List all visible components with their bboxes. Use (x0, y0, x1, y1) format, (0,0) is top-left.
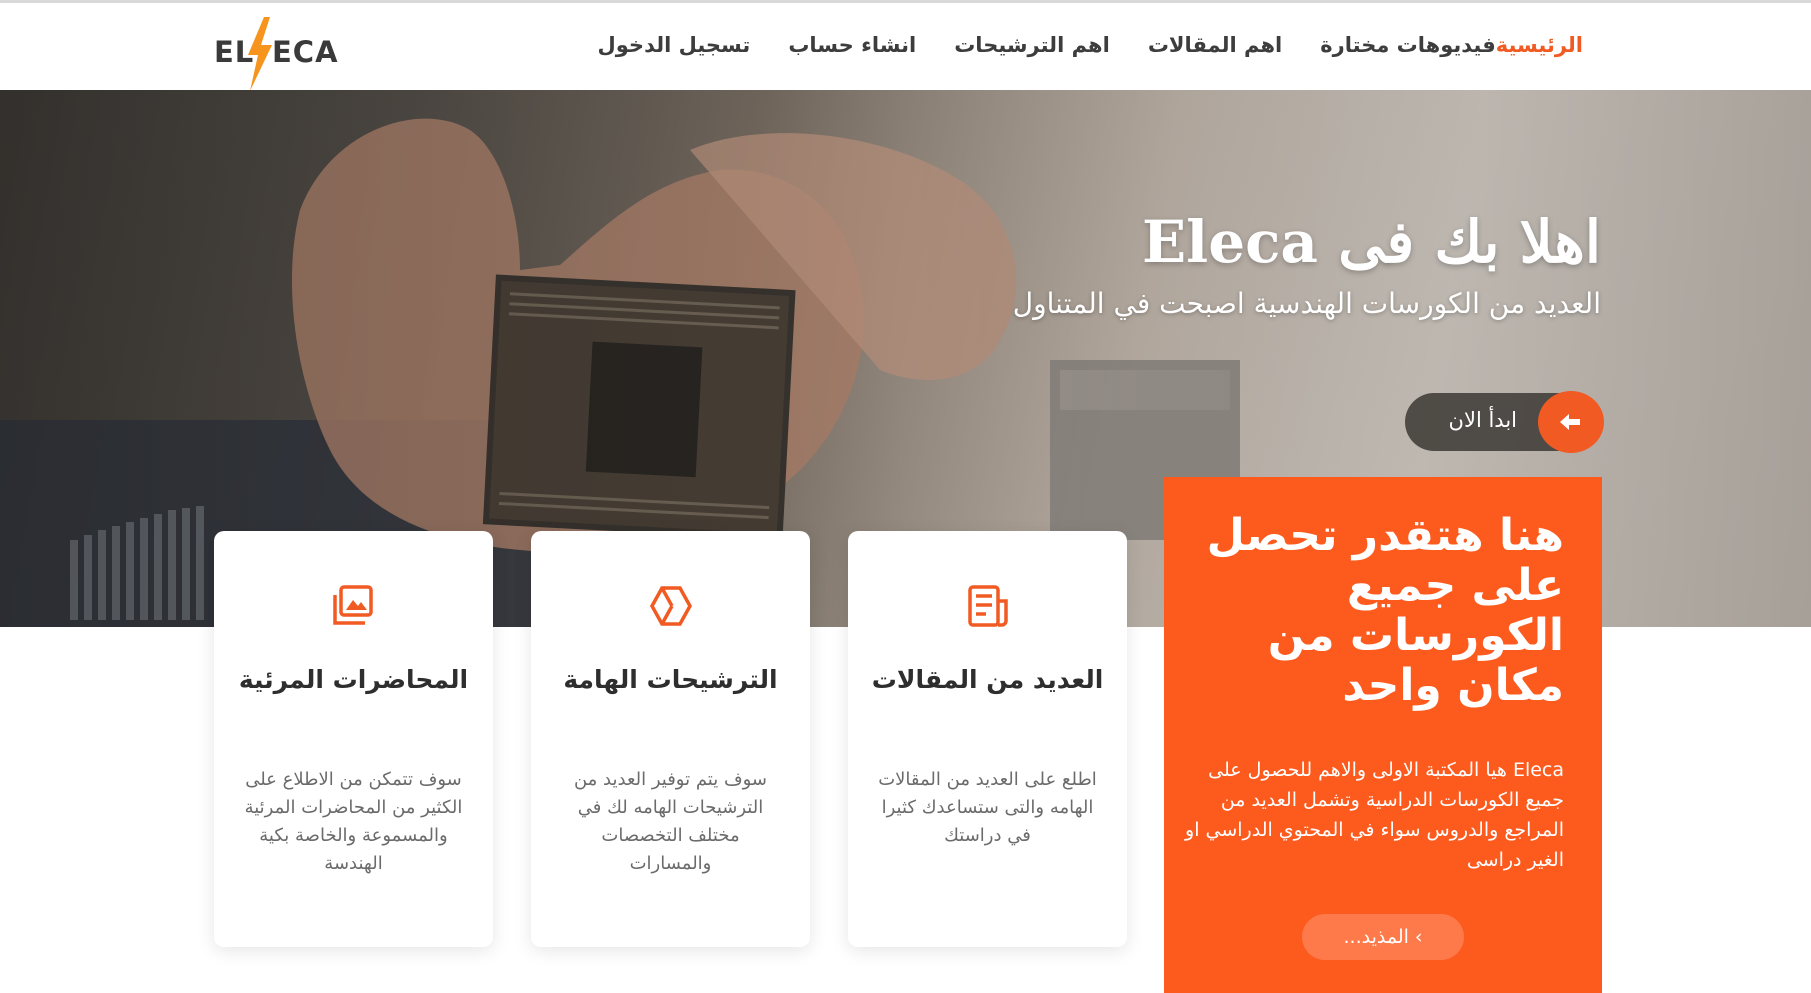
feature-card-recommendations[interactable]: الترشيحات الهامة سوف يتم توفير العديد من… (531, 531, 810, 947)
card-text: سوف تتمكن من الاطلاع على الكثير من المحا… (244, 769, 463, 874)
nav-item-featured-videos[interactable]: فيديوهات مختارة (1320, 33, 1495, 57)
highlight-title: هنا هتقدر تحصل على جميع الكورسات من مكان… (1206, 510, 1564, 711)
nav-item-top-recommendations[interactable]: اهم الترشيحات (954, 33, 1110, 57)
more-button[interactable]: › المذيد... (1302, 914, 1464, 960)
main-nav: الرئيسية فيديوهات مختارة اهم المقالات اه… (560, 25, 1583, 65)
card-title: المحاضرات المرئية (238, 665, 469, 694)
card-text: اطلع على العديد من المقالات الهامه والتى… (878, 769, 1097, 846)
arrow-left-icon (1538, 391, 1604, 453)
site-header: EL ECA الرئيسية فيديوهات مختارة اهم المق… (0, 3, 1811, 91)
hero-subtitle: العديد من الكورسات الهندسية اصبحت في الم… (1012, 287, 1601, 320)
nav-item-login[interactable]: تسجيل الدخول (598, 33, 751, 57)
start-now-button[interactable]: ابدأ الان (1405, 391, 1604, 453)
brand-logo[interactable]: EL ECA (214, 17, 338, 91)
logo-text-right: ECA (272, 35, 339, 69)
card-title: العديد من المقالات (871, 665, 1104, 694)
highlight-description: Eleca هيا المكتبة الاولى والاهم للحصول ع… (1185, 759, 1564, 871)
nav-item-top-articles[interactable]: اهم المقالات (1148, 33, 1282, 57)
nav-item-home[interactable]: الرئيسية (1496, 33, 1583, 57)
hexagon-cube-icon (649, 586, 693, 626)
lightning-bolt-icon (248, 17, 272, 91)
feature-card-video-lectures[interactable]: المحاضرات المرئية سوف تتمكن من الاطلاع ع… (214, 531, 493, 947)
feature-card-articles[interactable]: العديد من المقالات اطلع على العديد من ال… (848, 531, 1127, 947)
images-icon (333, 585, 373, 625)
card-text: سوف يتم توفير العديد من الترشيحات الهامه… (573, 769, 768, 874)
highlight-panel: هنا هتقدر تحصل على جميع الكورسات من مكان… (1164, 477, 1602, 993)
nav-item-sign-up[interactable]: انشاء حساب (788, 33, 916, 57)
start-now-label: ابدأ الان (1448, 408, 1517, 432)
card-title: الترشيحات الهامة (563, 665, 778, 694)
newspaper-icon (968, 585, 1008, 627)
hero-title: اهلا بك فى Eleca (1141, 208, 1601, 276)
